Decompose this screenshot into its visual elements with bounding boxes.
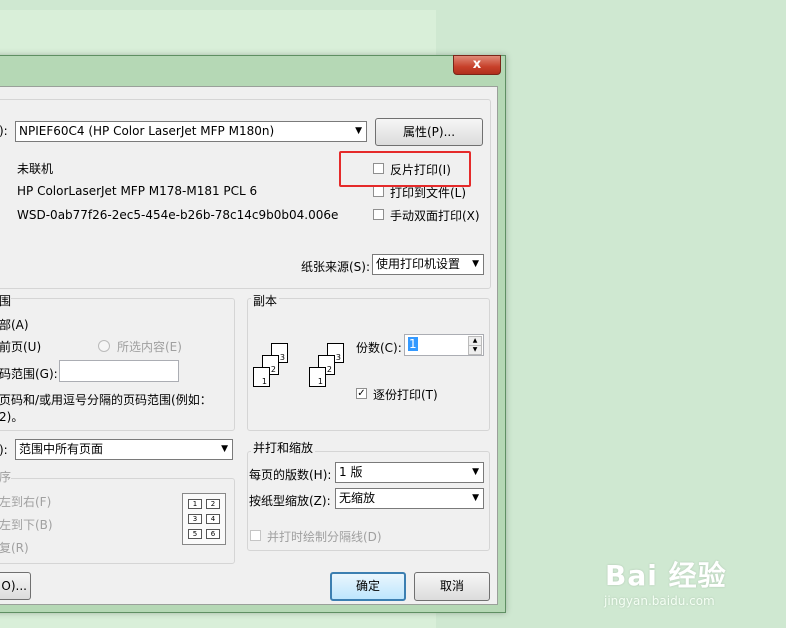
page-number: 1 bbox=[317, 377, 323, 386]
top-to-bottom-radio-label[interactable]: 左到下(B) bbox=[0, 516, 53, 533]
chevron-down-icon: ▼ bbox=[472, 467, 479, 477]
baidu-watermark-url: jingyan.baidu.com bbox=[604, 594, 715, 608]
page-number: 3 bbox=[335, 353, 341, 362]
copies-down-icon[interactable]: ▼ bbox=[468, 345, 482, 355]
page-number: 2 bbox=[326, 365, 332, 374]
grid-cell: 6 bbox=[206, 529, 220, 539]
collate-label: 逐份打印(T) bbox=[373, 388, 438, 402]
grid-cell-number: 1 bbox=[192, 500, 198, 508]
draw-borders-label: 并打时绘制分隔线(D) bbox=[267, 530, 382, 544]
grid-cell-number: 4 bbox=[210, 515, 216, 523]
scale-label: 按纸型缩放(Z): bbox=[249, 494, 331, 508]
range-all-radio-label[interactable]: 部(A) bbox=[0, 316, 29, 333]
printer-select[interactable]: NPIEF60C4 (HP Color LaserJet MFP M180n) … bbox=[15, 121, 367, 142]
grid-cell: 2 bbox=[206, 499, 220, 509]
ok-button[interactable]: 确定 bbox=[330, 572, 406, 601]
page-number: 2 bbox=[270, 365, 276, 374]
chevron-down-icon: ▼ bbox=[472, 259, 479, 269]
copies-title: 副本 bbox=[251, 292, 280, 309]
page-number: 1 bbox=[261, 377, 267, 386]
grid-cell: 3 bbox=[188, 514, 202, 524]
page-range-label: 码范围(G): bbox=[0, 367, 58, 381]
manual-duplex-label: 手动双面打印(X) bbox=[390, 209, 480, 223]
scale-value: 无缩放 bbox=[339, 491, 376, 505]
grid-cell: 1 bbox=[188, 499, 202, 509]
grid-cell-number: 5 bbox=[192, 530, 198, 538]
page-order-title: 序 bbox=[0, 468, 12, 485]
page-range-input[interactable] bbox=[59, 360, 179, 382]
options-button[interactable]: O)... bbox=[0, 572, 31, 600]
page-range-title: 围 bbox=[0, 292, 12, 309]
grid-cell: 4 bbox=[206, 514, 220, 524]
pages-per-sheet-value: 1 版 bbox=[339, 465, 363, 479]
baidu-watermark-logo: Bai 经验 bbox=[605, 554, 727, 594]
grid-cell: 5 bbox=[188, 529, 202, 539]
grid-cell-number: 3 bbox=[192, 515, 198, 523]
grid-cell-number: 6 bbox=[210, 530, 216, 538]
left-to-right-radio-label[interactable]: 左到右(F) bbox=[0, 493, 51, 510]
cancel-button[interactable]: 取消 bbox=[414, 572, 490, 601]
copies-count-value: 1 bbox=[408, 337, 418, 351]
paper-source-value: 使用打印机设置 bbox=[376, 257, 461, 271]
printer-location-value: WSD-0ab77f26-2ec5-454e-b26b-78c14c9b0b04… bbox=[17, 208, 339, 222]
copies-group bbox=[247, 298, 490, 431]
copies-count-label: 份数(C): bbox=[356, 341, 402, 355]
paper-source-select[interactable]: 使用打印机设置 ▼ bbox=[372, 254, 484, 275]
page-order-illustration: 1 2 3 4 5 6 bbox=[182, 493, 226, 545]
scale-select[interactable]: 无缩放 ▼ bbox=[335, 488, 484, 509]
chevron-down-icon: ▼ bbox=[472, 493, 479, 503]
pages-per-sheet-select[interactable]: 1 版 ▼ bbox=[335, 462, 484, 483]
draw-borders-checkbox[interactable] bbox=[250, 530, 261, 541]
close-button[interactable]: x bbox=[453, 55, 501, 75]
annotation-highlight-box bbox=[339, 151, 471, 187]
repeat-radio-label[interactable]: 复(R) bbox=[0, 539, 29, 556]
grid-cell-number: 2 bbox=[210, 500, 216, 508]
printer-status-value: 未联机 bbox=[17, 162, 54, 176]
printer-type-value: HP ColorLaserJet MFP M178-M181 PCL 6 bbox=[17, 184, 258, 198]
page-range-hint-line1: 页码和/或用逗号分隔的页码范围(例如： bbox=[0, 393, 212, 407]
baidu-watermark-text: Bai 经验 bbox=[605, 559, 727, 592]
chevron-down-icon: ▼ bbox=[355, 126, 362, 136]
range-selection-label: 所选内容(E) bbox=[117, 340, 182, 354]
page-icon: 1 bbox=[309, 367, 326, 387]
chevron-down-icon: ▼ bbox=[221, 444, 228, 454]
range-selection-radio[interactable] bbox=[98, 340, 110, 352]
pages-per-sheet-label: 每页的版数(H): bbox=[249, 468, 332, 482]
range-current-page-radio-label[interactable]: 前页(U) bbox=[0, 338, 41, 355]
page-number: 3 bbox=[279, 353, 285, 362]
print-what-value: 范围中所有页面 bbox=[19, 442, 104, 456]
collate-checkbox[interactable]: ✓ bbox=[356, 388, 367, 399]
zoom-title: 并打和缩放 bbox=[251, 439, 316, 456]
manual-duplex-checkbox[interactable] bbox=[373, 209, 384, 220]
print-what-select[interactable]: 范围中所有页面 ▼ bbox=[15, 439, 233, 460]
printer-name-label: ): bbox=[0, 124, 8, 138]
properties-button[interactable]: 属性(P)... bbox=[375, 118, 483, 146]
print-to-file-checkbox[interactable] bbox=[373, 186, 384, 197]
printer-select-value: NPIEF60C4 (HP Color LaserJet MFP M180n) bbox=[19, 124, 275, 138]
paper-source-label: 纸张来源(S): bbox=[301, 260, 371, 274]
page-range-hint-line2: 2)。 bbox=[0, 410, 24, 424]
print-what-label: ): bbox=[0, 443, 8, 457]
page-icon: 1 bbox=[253, 367, 270, 387]
